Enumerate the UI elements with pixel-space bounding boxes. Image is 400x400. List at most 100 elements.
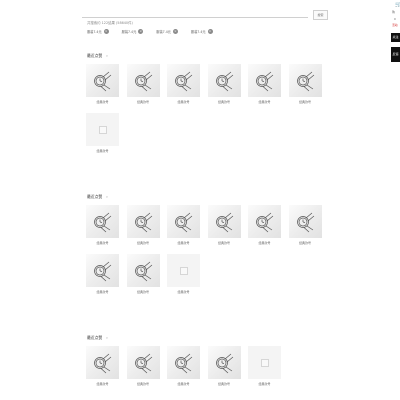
section-title-text: 最近点赞 [87,53,103,58]
close-icon[interactable]: × [138,29,144,34]
product-card[interactable]: 经典款号 [248,64,281,104]
product-grid: 经典款号 经典款号 经典款号 经典款号 经典款号 [86,346,326,386]
search-button[interactable]: 搜索 [313,10,328,20]
product-title[interactable]: 经典款号 [127,100,160,104]
chevron-right-icon: › [106,53,108,58]
product-image[interactable] [167,64,200,97]
product-card[interactable]: 经典款号 [288,205,322,245]
product-card[interactable]: 经典款号 [248,205,281,245]
section-title[interactable]: 最近点赞 › [87,194,108,200]
filter-tag[interactable]: 服装7.4元 × [87,29,109,34]
filter-label: 服装7.4元 [190,30,206,34]
product-title[interactable]: 经典款号 [86,382,119,386]
sidebar-count: 0 [394,17,396,21]
product-card[interactable]: 经典款号 [126,254,160,294]
product-image[interactable] [167,254,200,287]
product-title[interactable]: 经典款号 [86,241,119,245]
product-image[interactable] [248,205,281,238]
product-image[interactable] [126,254,160,287]
product-title[interactable]: 经典款号 [208,241,241,245]
product-title[interactable]: 经典款号 [86,149,119,153]
product-title[interactable]: 经典款号 [167,241,200,245]
product-title[interactable]: 经典款号 [208,100,241,104]
product-image[interactable] [248,64,281,97]
product-card[interactable]: 经典款号 [167,254,200,294]
section-title[interactable]: 最近点赞 › [87,335,108,341]
product-title[interactable]: 经典款号 [127,290,160,294]
product-card[interactable]: 经典款号 [86,113,119,153]
product-card[interactable]: 经典款号 [126,205,160,245]
close-icon[interactable]: × [172,29,178,34]
sidebar-feedback-button[interactable]: 反馈 [391,47,400,62]
product-title[interactable]: 经典款号 [167,382,200,386]
product-card[interactable]: 经典款号 [86,205,119,245]
product-image[interactable] [86,254,119,287]
product-card[interactable]: 经典款号 [126,64,160,104]
product-image[interactable] [126,205,160,238]
product-title[interactable]: 经典款号 [289,241,322,245]
product-image[interactable] [207,64,241,97]
sidebar-follow-button[interactable]: 关注 [391,33,400,42]
product-image[interactable] [126,346,160,379]
product-image[interactable] [126,64,160,97]
search-result-hint: 共搜索约 122结果 (58640件) [87,21,133,25]
section-title-text: 最近点赞 [87,335,103,340]
product-card[interactable]: 经典款号 [86,254,119,294]
product-image[interactable] [86,64,119,97]
product-image[interactable] [288,205,322,238]
filter-tag[interactable]: 服装7.4元 × [156,29,178,34]
sidebar-cart-label: 购 [392,10,395,14]
cart-icon[interactable]: 🛒 [395,2,400,8]
product-title[interactable]: 经典款号 [167,100,200,104]
product-title[interactable]: 经典款号 [289,100,322,104]
product-title[interactable]: 经典款号 [127,241,160,245]
product-card[interactable]: 经典款号 [86,64,119,104]
product-title[interactable]: 经典款号 [248,382,281,386]
image-placeholder-icon [180,267,188,275]
product-card[interactable]: 经典款号 [167,205,200,245]
product-image[interactable] [86,113,119,146]
sidebar-promo-link[interactable]: 活动 [392,23,398,27]
product-image[interactable] [248,346,281,379]
product-card[interactable]: 经典款号 [288,64,322,104]
filter-label: 服装7.4元 [121,30,137,34]
product-card[interactable]: 经典款号 [167,64,200,104]
product-title[interactable]: 经典款号 [86,100,119,104]
product-image[interactable] [207,346,241,379]
product-image[interactable] [207,205,241,238]
filter-tags: 服装7.4元 × 服装7.4元 × 服装7.4元 × 服装7.4元 × [87,29,213,34]
product-grid: 经典款号 经典款号 经典款号 经典款号 经典款号 经典款号 经典款号 经典款号 经典款号 [86,205,326,294]
product-title[interactable]: 经典款号 [127,382,160,386]
product-card[interactable]: 经典款号 [126,346,160,386]
product-card[interactable]: 经典款号 [207,64,241,104]
close-icon[interactable]: × [207,29,213,34]
filter-tag[interactable]: 服装7.4元 × [191,29,213,34]
product-card[interactable]: 经典款号 [207,205,241,245]
product-card[interactable]: 经典款号 [167,346,200,386]
product-image[interactable] [167,205,200,238]
product-image[interactable] [167,346,200,379]
filter-label: 服装7.4元 [87,30,102,34]
product-title[interactable]: 经典款号 [248,100,281,104]
section-title-text: 最近点赞 [87,194,103,199]
product-card[interactable]: 经典款号 [248,346,281,386]
filter-tag[interactable]: 服装7.4元 × [122,29,144,34]
chevron-right-icon: › [106,194,108,199]
product-title[interactable]: 经典款号 [167,290,200,294]
product-card[interactable]: 经典款号 [207,346,241,386]
product-image[interactable] [86,346,119,379]
product-title[interactable]: 经典款号 [248,241,281,245]
image-placeholder-icon [99,126,107,134]
product-title[interactable]: 经典款号 [208,382,241,386]
image-placeholder-icon [261,359,269,367]
product-image[interactable] [288,64,322,97]
close-icon[interactable]: × [103,29,109,34]
product-card[interactable]: 经典款号 [86,346,119,386]
section-title[interactable]: 最近点赞 › [87,53,108,59]
search-input[interactable] [82,11,308,18]
product-title[interactable]: 经典款号 [86,290,119,294]
chevron-right-icon: › [106,335,108,340]
product-image[interactable] [86,205,119,238]
filter-label: 服装7.4元 [156,30,171,34]
product-grid: 经典款号 经典款号 经典款号 经典款号 经典款号 经典款号 经典款号 [86,64,326,153]
